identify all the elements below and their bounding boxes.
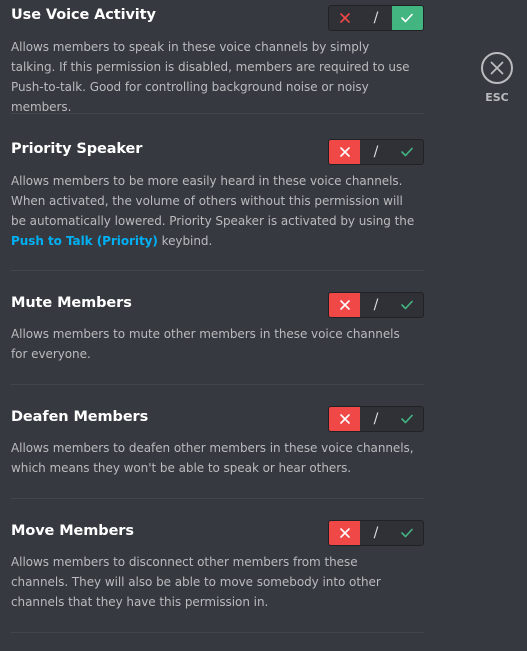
- permission-title: Deafen Members: [11, 409, 149, 425]
- permission-use-voice-activity: Use Voice Activity Allows members to spe…: [11, 0, 424, 114]
- permission-deafen-members: Deafen Members Allows members to deafen …: [11, 385, 424, 499]
- permission-toggle: /: [328, 139, 424, 165]
- neutral-button[interactable]: /: [360, 293, 391, 317]
- permission-title: Priority Speaker: [11, 141, 143, 157]
- deny-button[interactable]: [329, 407, 361, 431]
- check-icon: [401, 13, 414, 23]
- deny-button[interactable]: [329, 521, 361, 545]
- deny-button[interactable]: [329, 140, 361, 164]
- close-icon: [490, 61, 504, 75]
- permission-toggle: /: [328, 292, 424, 318]
- permission-toggle: /: [328, 406, 424, 432]
- deny-button[interactable]: [329, 6, 360, 30]
- x-icon: [339, 13, 350, 23]
- permissions-page: Use Voice Activity Allows members to spe…: [0, 0, 527, 651]
- x-icon: [339, 414, 350, 424]
- permission-mute-members: Mute Members Allows members to mute othe…: [11, 271, 424, 385]
- description-text: keybind.: [157, 234, 213, 248]
- neutral-button[interactable]: /: [360, 6, 391, 30]
- allow-button[interactable]: [392, 140, 423, 164]
- permission-toggle: /: [328, 520, 424, 546]
- neutral-button[interactable]: /: [360, 521, 391, 545]
- check-icon: [401, 300, 414, 310]
- neutral-label: /: [373, 144, 379, 160]
- close-control: ESC: [479, 52, 515, 104]
- permission-move-members: Move Members Allows members to disconnec…: [11, 499, 424, 633]
- neutral-label: /: [373, 10, 379, 26]
- neutral-button[interactable]: /: [360, 140, 391, 164]
- permission-description: Allows members to mute other members in …: [11, 327, 400, 361]
- check-icon: [401, 414, 414, 424]
- permission-priority-speaker: Priority Speaker Allows members to be mo…: [11, 114, 424, 271]
- neutral-button[interactable]: /: [360, 407, 391, 431]
- x-icon: [339, 528, 350, 538]
- neutral-label: /: [373, 525, 379, 541]
- permission-toggle: /: [328, 5, 424, 31]
- allow-button[interactable]: [392, 293, 423, 317]
- check-icon: [401, 528, 414, 538]
- allow-button[interactable]: [392, 407, 423, 431]
- permission-title: Mute Members: [11, 295, 132, 311]
- permission-description: Allows members to deafen other members i…: [11, 441, 414, 475]
- close-button[interactable]: [481, 52, 513, 84]
- x-icon: [339, 147, 350, 157]
- deny-button[interactable]: [329, 293, 361, 317]
- push-to-talk-priority-link[interactable]: Push to Talk (Priority): [11, 234, 158, 248]
- permission-description: Allows members to be more easily heard i…: [11, 171, 416, 251]
- x-icon: [339, 300, 350, 310]
- check-icon: [401, 147, 414, 157]
- permission-list: Use Voice Activity Allows members to spe…: [11, 0, 424, 633]
- esc-label: ESC: [485, 91, 509, 104]
- permission-title: Move Members: [11, 523, 134, 539]
- allow-button[interactable]: [391, 6, 423, 30]
- allow-button[interactable]: [392, 521, 423, 545]
- permission-description: Allows members to speak in these voice c…: [11, 40, 410, 114]
- neutral-label: /: [373, 297, 379, 313]
- permission-title: Use Voice Activity: [11, 7, 156, 23]
- neutral-label: /: [373, 411, 379, 427]
- permission-description: Allows members to disconnect other membe…: [11, 555, 381, 609]
- description-text: Allows members to be more easily heard i…: [11, 174, 415, 228]
